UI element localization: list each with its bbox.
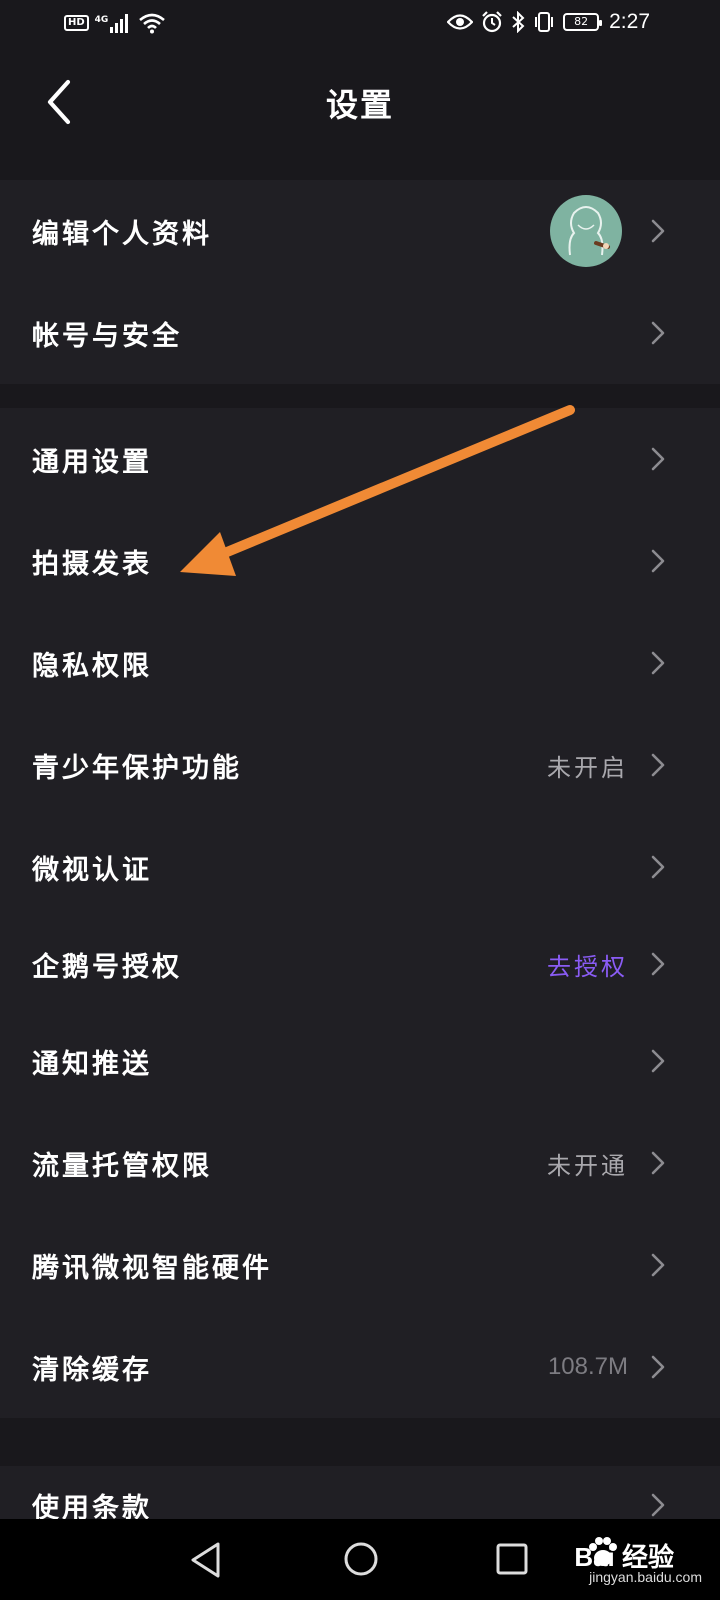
row-label: 通知推送 (32, 1048, 152, 1080)
system-nav-bar: Bai 经验 jingyan.baidu.com (0, 1519, 720, 1600)
chevron-right-icon (651, 1151, 665, 1175)
settings-row-data-hosting[interactable]: 流量托管权限 未开通 (0, 1112, 720, 1214)
nav-bar: 设置 (0, 48, 720, 156)
settings-row-verification[interactable]: 微视认证 (0, 816, 720, 918)
settings-row-shooting-publish[interactable]: 拍摄发表 (0, 510, 720, 612)
row-label: 使用条款 (32, 1492, 152, 1520)
row-label: 流量托管权限 (32, 1150, 212, 1182)
row-label: 腾讯微视智能硬件 (32, 1252, 272, 1284)
network-type: 4G (94, 15, 109, 25)
status-right: 82 2:27 (447, 10, 650, 34)
wifi-icon (139, 13, 166, 34)
row-label: 帐号与安全 (32, 320, 182, 352)
nav-home-icon[interactable] (343, 1541, 379, 1577)
settings-group-account: 编辑个人资料 帐号与安全 (0, 180, 720, 384)
settings-row-privacy[interactable]: 隐私权限 (0, 612, 720, 714)
settings-group-legal: 使用条款 (0, 1466, 720, 1519)
row-label: 隐私权限 (32, 650, 152, 682)
battery-icon: 82 (563, 13, 603, 31)
watermark-url: jingyan.baidu.com (589, 1569, 702, 1585)
status-left: HD 4G (64, 12, 166, 34)
row-label: 拍摄发表 (32, 548, 152, 580)
chevron-right-icon (651, 651, 665, 675)
settings-row-terms[interactable]: 使用条款 (0, 1466, 720, 1519)
chevron-right-icon (651, 321, 665, 345)
chevron-right-icon (651, 447, 665, 471)
watermark: Bai 经验 jingyan.baidu.com (552, 1531, 702, 1589)
hd-badge: HD (64, 15, 89, 31)
settings-row-edit-profile[interactable]: 编辑个人资料 (0, 180, 720, 282)
row-label: 清除缓存 (32, 1354, 152, 1386)
row-label: 编辑个人资料 (32, 218, 212, 250)
row-label: 企鹅号授权 (32, 951, 182, 983)
row-label: 青少年保护功能 (32, 752, 242, 784)
avatar (550, 195, 622, 267)
battery-level: 82 (574, 15, 589, 28)
row-status-value: 未开通 (547, 1151, 628, 1180)
row-label: 通用设置 (32, 446, 152, 478)
alarm-icon (482, 11, 502, 33)
settings-row-general[interactable]: 通用设置 (0, 408, 720, 510)
chevron-right-icon (651, 219, 665, 243)
chevron-right-icon (651, 952, 665, 976)
row-label: 微视认证 (32, 854, 152, 886)
settings-row-youth-protection[interactable]: 青少年保护功能 未开启 (0, 714, 720, 816)
clock: 2:27 (609, 10, 650, 33)
vibrate-icon (535, 12, 554, 32)
chevron-right-icon (651, 1355, 665, 1379)
authorize-link[interactable]: 去授权 (547, 947, 628, 982)
row-status-value: 未开启 (547, 753, 628, 782)
nav-recent-apps-icon[interactable] (496, 1543, 528, 1575)
chevron-right-icon (651, 1049, 665, 1073)
chevron-right-icon (651, 549, 665, 573)
page-title: 设置 (325, 86, 394, 124)
chevron-right-icon (651, 1493, 665, 1517)
eye-icon (447, 14, 474, 30)
settings-group-main: 通用设置 拍摄发表 隐私权限 青少年保护功能 未开启 微视认证 企鹅号授权 去授… (0, 408, 720, 1418)
cache-size: 108.7M (547, 1353, 628, 1380)
chevron-right-icon (651, 753, 665, 777)
settings-row-penguin-authorization[interactable]: 企鹅号授权 去授权 (0, 918, 720, 1010)
chevron-right-icon (651, 1253, 665, 1277)
settings-row-notifications[interactable]: 通知推送 (0, 1010, 720, 1112)
signal-icon: 4G (95, 13, 133, 33)
status-bar: HD 4G 82 2:27 (0, 0, 720, 48)
settings-row-account-security[interactable]: 帐号与安全 (0, 282, 720, 384)
bluetooth-icon (512, 11, 525, 33)
chevron-right-icon (651, 855, 665, 879)
settings-row-clear-cache[interactable]: 清除缓存 108.7M (0, 1316, 720, 1418)
nav-back-icon[interactable] (188, 1541, 224, 1579)
settings-row-smart-hardware[interactable]: 腾讯微视智能硬件 (0, 1214, 720, 1316)
